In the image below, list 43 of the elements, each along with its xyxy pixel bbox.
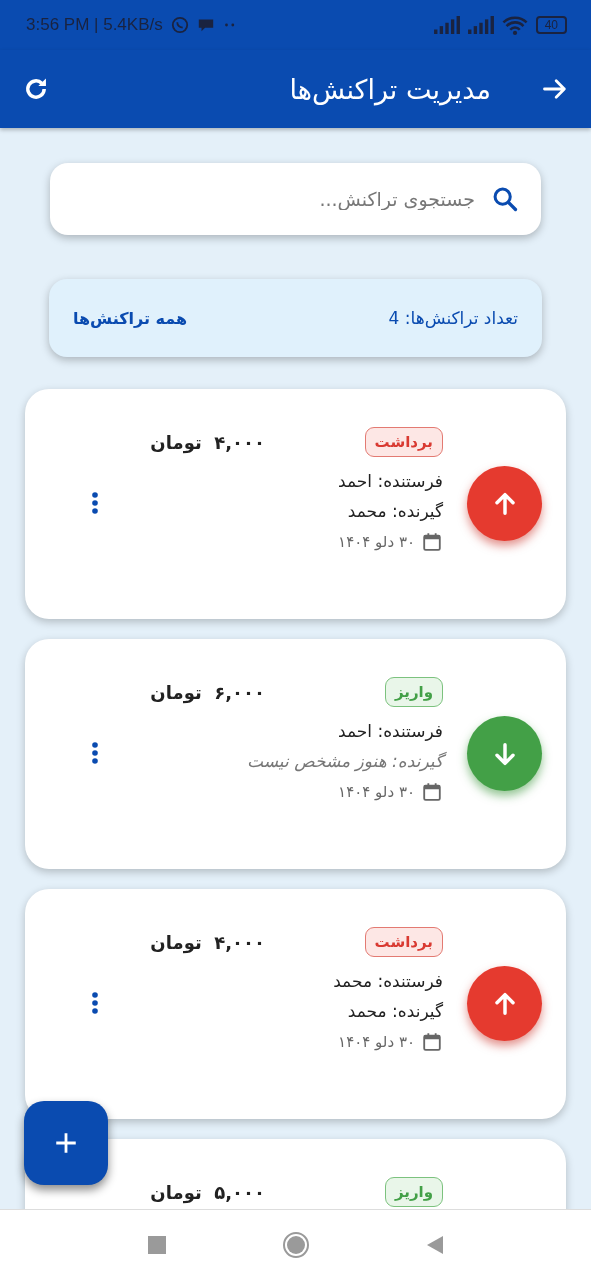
more-vertical-icon [92,742,98,764]
battery-indicator: 40 [535,16,567,34]
type-tag: برداشت [364,427,443,457]
amount-text: ۴,۰۰۰ تومان [149,431,265,453]
search-input[interactable]: جستجوی تراکنش... [72,187,477,211]
filter-label[interactable]: همه تراکنش‌ها [73,308,188,328]
search-field[interactable]: جستجوی تراکنش... [50,163,541,235]
status-time: 3:56 PM | 5.4KB/s [26,15,163,35]
more-menu-button[interactable] [92,742,98,764]
date-text: ۳۰ دلو ۱۴۰۴ [338,1033,415,1051]
amount-text: ۶,۰۰۰ تومان [149,681,265,703]
add-button[interactable] [24,1101,108,1185]
more-vertical-icon [92,992,98,1014]
amount-text: ۵,۰۰۰ تومان [149,1181,265,1203]
wifi-icon [501,15,528,35]
signal-icon [467,16,494,34]
date-text: ۳۰ دلو ۱۴۰۴ [338,533,415,551]
type-tag: واریز [384,1177,443,1207]
type-tag: برداشت [364,927,443,957]
receiver-text: گیرنده: محمد [347,501,443,521]
calendar-icon [421,531,443,553]
square-icon [146,1235,167,1255]
receiver-text: گیرنده: محمد [347,1001,443,1021]
more-vertical-icon [92,492,98,514]
screen-title: مدیریت تراکنش‌ها [288,73,492,105]
home-circle-icon [281,1231,310,1259]
calendar-icon [421,1031,443,1053]
search-icon [491,185,519,213]
amount-text: ۴,۰۰۰ تومان [149,931,265,953]
transaction-count: تعداد تراکنش‌ها: 4 [388,308,518,328]
dots-icon [222,21,237,29]
plus-icon [53,1130,79,1156]
sender-text: فرستنده: احمد [338,721,443,741]
signal-icon [433,16,460,34]
chat-bubble-icon [170,16,189,34]
sender-text: فرستنده: محمد [333,971,443,991]
calendar-icon [421,781,443,803]
type-tag: واریز [384,677,443,707]
more-menu-button[interactable] [92,992,98,1014]
more-menu-button[interactable] [92,492,98,514]
date-text: ۳۰ دلو ۱۴۰۴ [338,783,415,801]
sender-text: فرستنده: احمد [338,471,443,491]
receiver-text: گیرنده: هنوز مشخص نیست [247,751,443,771]
